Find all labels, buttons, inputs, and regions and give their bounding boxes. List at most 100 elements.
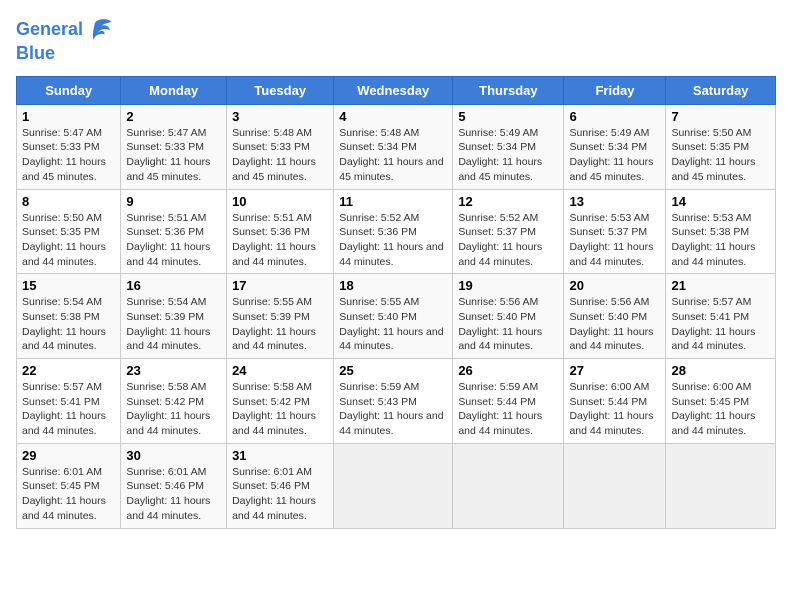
day-detail: Sunrise: 5:58 AMSunset: 5:42 PMDaylight:… (126, 380, 221, 439)
calendar-cell: 11Sunrise: 5:52 AMSunset: 5:36 PMDayligh… (334, 189, 453, 274)
day-detail: Sunrise: 5:54 AMSunset: 5:39 PMDaylight:… (126, 295, 221, 354)
day-number: 13 (569, 194, 660, 209)
day-detail: Sunrise: 5:47 AMSunset: 5:33 PMDaylight:… (22, 126, 115, 185)
day-header-saturday: Saturday (666, 76, 776, 104)
day-detail: Sunrise: 5:59 AMSunset: 5:43 PMDaylight:… (339, 380, 447, 439)
day-detail: Sunrise: 5:49 AMSunset: 5:34 PMDaylight:… (569, 126, 660, 185)
week-row-4: 22Sunrise: 5:57 AMSunset: 5:41 PMDayligh… (17, 359, 776, 444)
calendar-cell: 20 Sunrise: 5:56 AMSunset: 5:40 PMDayligh… (564, 274, 666, 359)
calendar-cell: 22Sunrise: 5:57 AMSunset: 5:41 PMDayligh… (17, 359, 121, 444)
day-detail: Sunrise: 5:51 AMSunset: 5:36 PMDaylight:… (232, 211, 328, 270)
calendar-cell: 28 Sunrise: 6:00 AMSunset: 5:45 PMDayligh… (666, 359, 776, 444)
calendar-cell: 24 Sunrise: 5:58 AMSunset: 5:42 PMDayligh… (227, 359, 334, 444)
calendar-cell: 29 Sunrise: 6:01 AMSunset: 5:45 PMDayligh… (17, 443, 121, 528)
calendar-cell: 4Sunrise: 5:48 AMSunset: 5:34 PMDaylight… (334, 104, 453, 189)
day-number: 9 (126, 194, 221, 209)
day-number: 6 (569, 109, 660, 124)
day-detail: Sunrise: 5:50 AMSunset: 5:35 PMDaylight:… (671, 126, 770, 185)
day-number: 21 (671, 278, 770, 293)
day-number: 25 (339, 363, 447, 378)
calendar-cell: 21Sunrise: 5:57 AMSunset: 5:41 PMDayligh… (666, 274, 776, 359)
calendar-cell: 15 Sunrise: 5:54 AMSunset: 5:38 PMDayligh… (17, 274, 121, 359)
calendar-cell: 10 Sunrise: 5:51 AMSunset: 5:36 PMDayligh… (227, 189, 334, 274)
day-number: 26 (458, 363, 558, 378)
day-detail: Sunrise: 5:56 AMSunset: 5:40 PMDaylight:… (458, 295, 558, 354)
day-number: 10 (232, 194, 328, 209)
calendar-cell: 14 Sunrise: 5:53 AMSunset: 5:38 PMDayligh… (666, 189, 776, 274)
day-number: 27 (569, 363, 660, 378)
day-detail: Sunrise: 5:47 AMSunset: 5:33 PMDaylight:… (126, 126, 221, 185)
calendar-cell (334, 443, 453, 528)
day-number: 19 (458, 278, 558, 293)
calendar-cell: 1 Sunrise: 5:47 AMSunset: 5:33 PMDaylight… (17, 104, 121, 189)
calendar-cell: 9 Sunrise: 5:51 AMSunset: 5:36 PMDaylight… (121, 189, 227, 274)
calendar-cell: 25 Sunrise: 5:59 AMSunset: 5:43 PMDayligh… (334, 359, 453, 444)
day-detail: Sunrise: 5:54 AMSunset: 5:38 PMDaylight:… (22, 295, 115, 354)
week-row-5: 29 Sunrise: 6:01 AMSunset: 5:45 PMDayligh… (17, 443, 776, 528)
calendar-cell: 23Sunrise: 5:58 AMSunset: 5:42 PMDayligh… (121, 359, 227, 444)
calendar-cell (666, 443, 776, 528)
day-number: 15 (22, 278, 115, 293)
day-number: 30 (126, 448, 221, 463)
calendar-cell: 18Sunrise: 5:55 AMSunset: 5:40 PMDayligh… (334, 274, 453, 359)
calendar-cell: 5 Sunrise: 5:49 AMSunset: 5:34 PMDaylight… (453, 104, 564, 189)
day-number: 2 (126, 109, 221, 124)
day-detail: Sunrise: 5:58 AMSunset: 5:42 PMDaylight:… (232, 380, 328, 439)
calendar-cell: 8Sunrise: 5:50 AMSunset: 5:35 PMDaylight… (17, 189, 121, 274)
calendar-cell: 31 Sunrise: 6:01 AMSunset: 5:46 PMDayligh… (227, 443, 334, 528)
day-detail: Sunrise: 5:56 AMSunset: 5:40 PMDaylight:… (569, 295, 660, 354)
day-detail: Sunrise: 6:00 AMSunset: 5:44 PMDaylight:… (569, 380, 660, 439)
day-detail: Sunrise: 5:48 AMSunset: 5:34 PMDaylight:… (339, 126, 447, 185)
day-number: 22 (22, 363, 115, 378)
days-header-row: SundayMondayTuesdayWednesdayThursdayFrid… (17, 76, 776, 104)
day-detail: Sunrise: 5:52 AMSunset: 5:36 PMDaylight:… (339, 211, 447, 270)
logo-general: General (16, 20, 83, 40)
day-detail: Sunrise: 5:53 AMSunset: 5:37 PMDaylight:… (569, 211, 660, 270)
logo-bird-icon (85, 16, 113, 44)
day-detail: Sunrise: 5:51 AMSunset: 5:36 PMDaylight:… (126, 211, 221, 270)
day-number: 29 (22, 448, 115, 463)
day-number: 17 (232, 278, 328, 293)
calendar-cell (453, 443, 564, 528)
day-header-wednesday: Wednesday (334, 76, 453, 104)
logo: General Blue (16, 16, 113, 64)
calendar-cell: 19 Sunrise: 5:56 AMSunset: 5:40 PMDayligh… (453, 274, 564, 359)
day-header-thursday: Thursday (453, 76, 564, 104)
day-detail: Sunrise: 5:52 AMSunset: 5:37 PMDaylight:… (458, 211, 558, 270)
day-number: 31 (232, 448, 328, 463)
calendar-cell: 7 Sunrise: 5:50 AMSunset: 5:35 PMDaylight… (666, 104, 776, 189)
day-header-friday: Friday (564, 76, 666, 104)
week-row-2: 8Sunrise: 5:50 AMSunset: 5:35 PMDaylight… (17, 189, 776, 274)
day-number: 20 (569, 278, 660, 293)
calendar-cell: 6 Sunrise: 5:49 AMSunset: 5:34 PMDaylight… (564, 104, 666, 189)
day-number: 1 (22, 109, 115, 124)
calendar-body: 1 Sunrise: 5:47 AMSunset: 5:33 PMDaylight… (17, 104, 776, 528)
calendar-cell: 3Sunrise: 5:48 AMSunset: 5:33 PMDaylight… (227, 104, 334, 189)
calendar-cell: 17Sunrise: 5:55 AMSunset: 5:39 PMDayligh… (227, 274, 334, 359)
day-number: 5 (458, 109, 558, 124)
day-detail: Sunrise: 6:00 AMSunset: 5:45 PMDaylight:… (671, 380, 770, 439)
day-header-monday: Monday (121, 76, 227, 104)
day-detail: Sunrise: 6:01 AMSunset: 5:46 PMDaylight:… (126, 465, 221, 524)
day-number: 12 (458, 194, 558, 209)
day-number: 7 (671, 109, 770, 124)
day-number: 14 (671, 194, 770, 209)
calendar-cell (564, 443, 666, 528)
day-detail: Sunrise: 6:01 AMSunset: 5:45 PMDaylight:… (22, 465, 115, 524)
day-number: 28 (671, 363, 770, 378)
day-detail: Sunrise: 5:59 AMSunset: 5:44 PMDaylight:… (458, 380, 558, 439)
week-row-1: 1 Sunrise: 5:47 AMSunset: 5:33 PMDaylight… (17, 104, 776, 189)
day-number: 24 (232, 363, 328, 378)
calendar-cell: 13 Sunrise: 5:53 AMSunset: 5:37 PMDayligh… (564, 189, 666, 274)
day-number: 16 (126, 278, 221, 293)
calendar-table: SundayMondayTuesdayWednesdayThursdayFrid… (16, 76, 776, 529)
calendar-cell: 16 Sunrise: 5:54 AMSunset: 5:39 PMDayligh… (121, 274, 227, 359)
day-header-tuesday: Tuesday (227, 76, 334, 104)
calendar-cell: 30 Sunrise: 6:01 AMSunset: 5:46 PMDayligh… (121, 443, 227, 528)
day-detail: Sunrise: 5:49 AMSunset: 5:34 PMDaylight:… (458, 126, 558, 185)
day-detail: Sunrise: 5:53 AMSunset: 5:38 PMDaylight:… (671, 211, 770, 270)
day-detail: Sunrise: 5:50 AMSunset: 5:35 PMDaylight:… (22, 211, 115, 270)
day-detail: Sunrise: 6:01 AMSunset: 5:46 PMDaylight:… (232, 465, 328, 524)
day-header-sunday: Sunday (17, 76, 121, 104)
week-row-3: 15 Sunrise: 5:54 AMSunset: 5:38 PMDayligh… (17, 274, 776, 359)
